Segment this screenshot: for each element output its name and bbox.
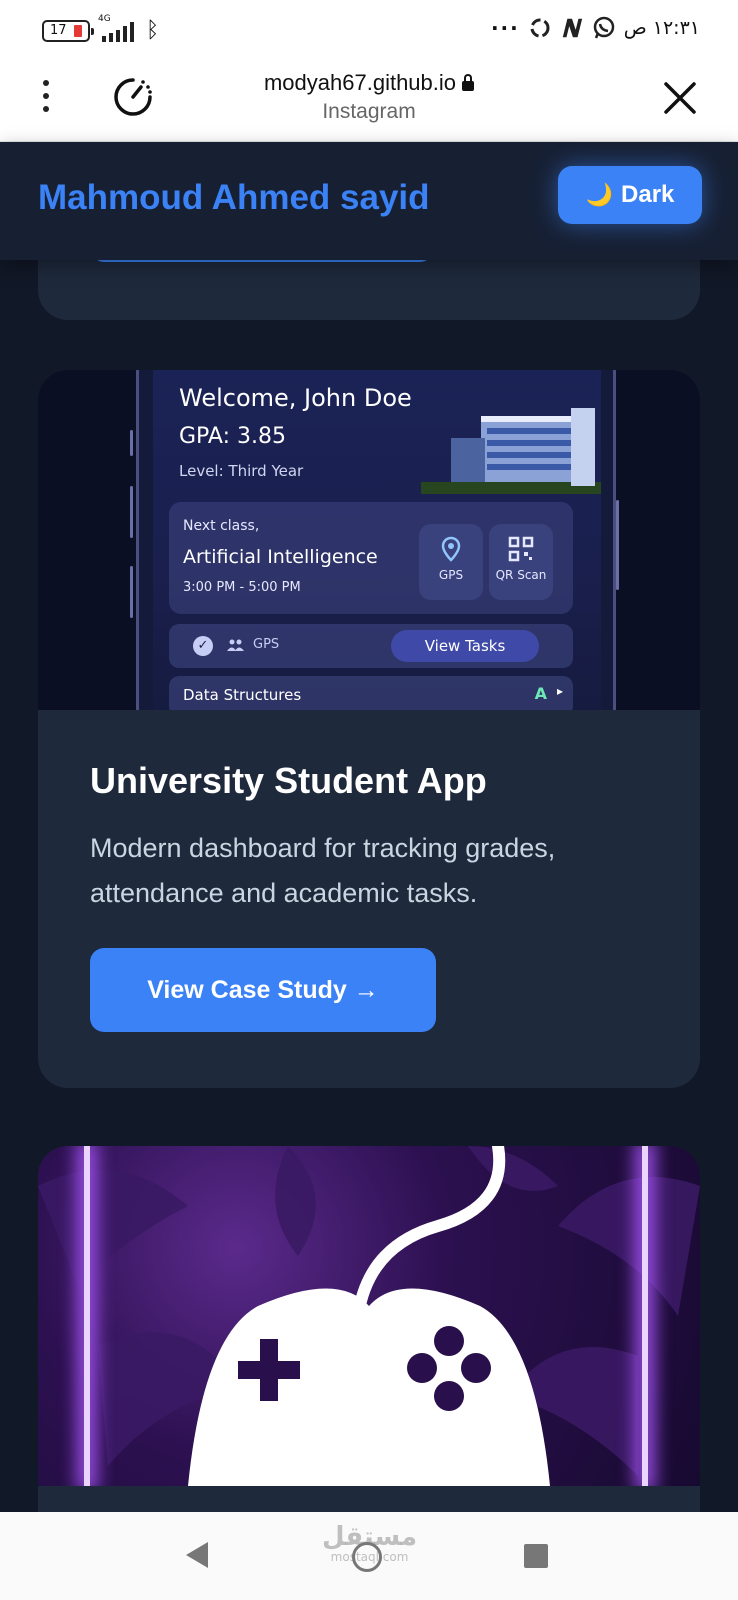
close-icon[interactable] bbox=[662, 80, 698, 116]
home-icon[interactable] bbox=[352, 1542, 382, 1572]
app-course-name: Data Structures bbox=[183, 686, 302, 704]
app-next-class-card: Next class, Artificial Intelligence 3:00… bbox=[169, 502, 573, 614]
case-study-button-previous[interactable] bbox=[92, 260, 432, 262]
lock-icon bbox=[462, 74, 475, 91]
theme-toggle-label: Dark bbox=[621, 181, 675, 208]
check-icon: ✓ bbox=[193, 636, 213, 656]
app-gps-tile-label: GPS bbox=[438, 568, 464, 582]
app-gps-tile: GPS bbox=[419, 524, 483, 600]
app-qr-tile-label: QR Scan bbox=[495, 568, 547, 582]
signal-icon: 4G bbox=[98, 14, 134, 42]
app-next-class-label: Next class, bbox=[183, 518, 260, 534]
app-course-row: Data Structures A ▸ bbox=[169, 676, 573, 710]
project-screenshot: Welcome, John Doe GPA: 3.85 Level: Third… bbox=[38, 370, 700, 710]
app-class-time: 3:00 PM - 5:00 PM bbox=[183, 580, 301, 595]
app-gpa: GPA: 3.85 bbox=[179, 424, 286, 449]
people-icon bbox=[227, 639, 244, 651]
project-description: Modern dashboard for tracking grades, at… bbox=[90, 833, 556, 908]
app-qr-tile: QR Scan bbox=[489, 524, 553, 600]
system-nav-bar: مستقل mostaql.com bbox=[0, 1512, 738, 1600]
battery-level: 17 bbox=[50, 23, 67, 38]
phone-frame: Welcome, John Doe GPA: 3.85 Level: Third… bbox=[136, 370, 616, 710]
notification-overflow: ··· bbox=[490, 16, 520, 40]
back-icon[interactable] bbox=[186, 1542, 208, 1568]
page-url[interactable]: modyah67.github.io bbox=[0, 70, 738, 96]
app-level: Level: Third Year bbox=[179, 462, 304, 480]
gamepad-icon bbox=[188, 1288, 550, 1486]
project-card-previous bbox=[38, 260, 700, 320]
brand-title[interactable]: Mahmoud Ahmed sayid bbox=[38, 178, 430, 218]
page-url-text: modyah67.github.io bbox=[263, 70, 457, 95]
location-pin-icon bbox=[441, 536, 461, 562]
moon-icon: 🌙 bbox=[585, 182, 614, 207]
chevron-right-icon: ▸ bbox=[556, 684, 563, 698]
theme-toggle-button[interactable]: 🌙 Dark bbox=[558, 166, 702, 224]
in-app-browser-bar: modyah67.github.io Instagram bbox=[0, 62, 738, 142]
game-project-image bbox=[38, 1146, 700, 1486]
app-gps-status: GPS bbox=[253, 637, 280, 652]
app-course-grade: A bbox=[534, 684, 547, 703]
project-card-next bbox=[38, 1146, 700, 1512]
project-card: Welcome, John Doe GPA: 3.85 Level: Third… bbox=[38, 370, 700, 1088]
project-title: University Student App bbox=[90, 760, 487, 801]
campus-building-image bbox=[421, 408, 601, 494]
browser-source: Instagram bbox=[322, 100, 416, 123]
app-view-tasks-button: View Tasks bbox=[391, 630, 539, 662]
site-header: Mahmoud Ahmed sayid 🌙 Dark bbox=[0, 142, 738, 260]
clock: ١٢:٣١ ص bbox=[623, 17, 700, 39]
bluetooth-icon: ᛒ bbox=[146, 18, 160, 43]
phone-screen: Welcome, John Doe GPA: 3.85 Level: Third… bbox=[153, 370, 601, 710]
whatsapp-icon bbox=[592, 16, 616, 40]
app-next-class: Artificial Intelligence bbox=[183, 546, 378, 568]
netflix-icon bbox=[560, 16, 584, 40]
recent-apps-icon[interactable] bbox=[524, 1544, 548, 1568]
sync-icon bbox=[528, 16, 552, 40]
app-attendance-row: ✓ GPS View Tasks bbox=[169, 624, 573, 668]
page-content: Welcome, John Doe GPA: 3.85 Level: Third… bbox=[0, 260, 738, 1512]
app-welcome: Welcome, John Doe bbox=[179, 384, 412, 412]
battery-icon: 17 bbox=[42, 19, 94, 42]
status-bar: 17 4G ᛒ ··· ١٢:٣١ ص bbox=[0, 0, 738, 62]
view-case-study-button[interactable]: View Case Study → bbox=[90, 948, 436, 1032]
network-type: 4G bbox=[98, 13, 111, 24]
qr-code-icon bbox=[508, 536, 534, 562]
